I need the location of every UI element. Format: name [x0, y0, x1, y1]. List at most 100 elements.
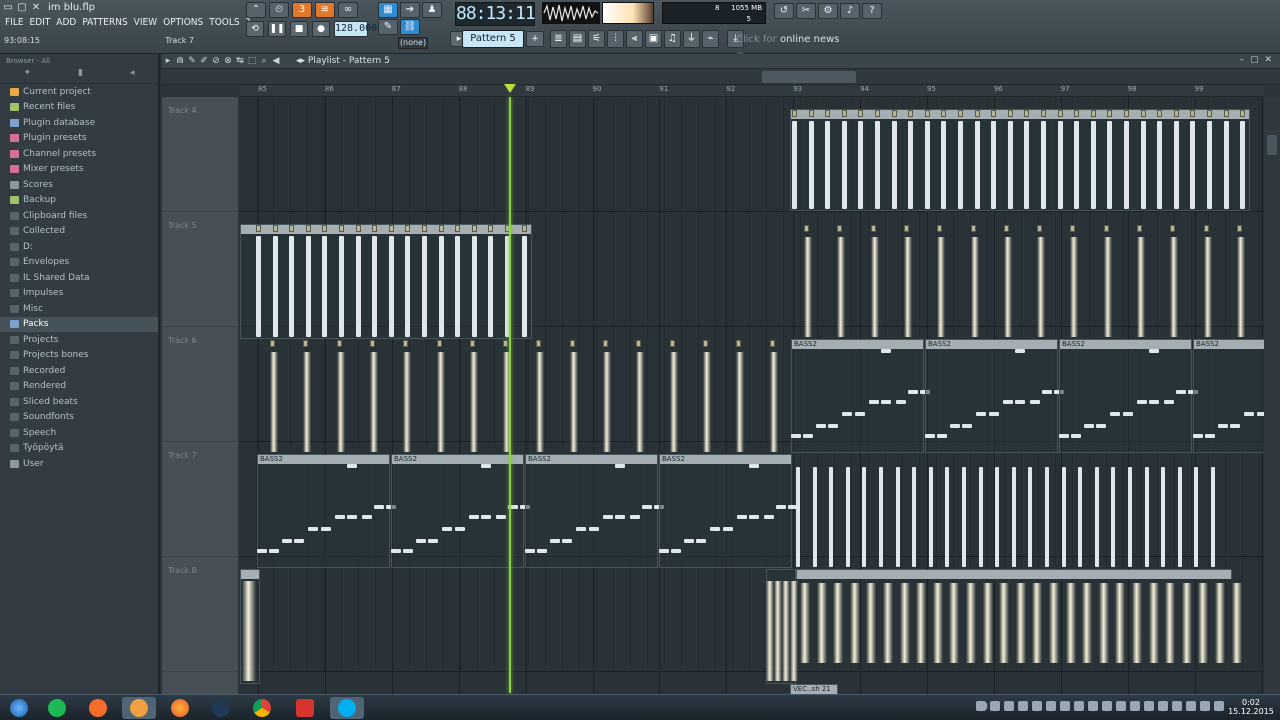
- menu-patterns[interactable]: PATTERNS: [79, 16, 130, 30]
- typing-keyboard-icon[interactable]: ♟: [422, 2, 442, 18]
- blend-icon[interactable]: ≋: [315, 2, 335, 18]
- track-header[interactable]: Track 8: [162, 557, 238, 672]
- browser-item[interactable]: Soundfonts: [0, 410, 158, 426]
- record-icon[interactable]: ●: [312, 21, 330, 37]
- tray-icon[interactable]: [1018, 701, 1028, 711]
- browser-item[interactable]: Sliced beats: [0, 394, 158, 410]
- pattern-selector[interactable]: Pattern 5: [462, 30, 524, 48]
- menu-options[interactable]: OPTIONS: [160, 16, 206, 30]
- channel-rack-icon[interactable]: ⚟: [588, 30, 605, 48]
- browser-item[interactable]: Speech: [0, 425, 158, 441]
- magnet-icon[interactable]: ⋒: [174, 56, 186, 66]
- track-header[interactable]: Track 6: [162, 327, 238, 442]
- v-scroll-thumb[interactable]: [1267, 135, 1277, 155]
- browser-item[interactable]: Projects bones: [0, 348, 158, 364]
- track-header[interactable]: Track 5: [162, 212, 238, 327]
- browser-item[interactable]: Recent files: [0, 100, 158, 116]
- close-icon[interactable]: ✕: [30, 2, 42, 14]
- stop-icon[interactable]: ■: [290, 21, 308, 37]
- draw-icon[interactable]: ✎: [186, 56, 198, 66]
- tray-icon[interactable]: [1060, 701, 1070, 711]
- collapse-icon[interactable]: ✦: [23, 68, 31, 83]
- menu-edit[interactable]: EDIT: [27, 16, 54, 30]
- folder-icon[interactable]: ▮: [78, 68, 83, 83]
- arrow-icon[interactable]: ➔: [400, 2, 420, 18]
- tray-icon[interactable]: [1172, 701, 1182, 711]
- metronome-icon[interactable]: ⌃: [246, 2, 266, 18]
- pause-icon[interactable]: ❚❚: [268, 21, 286, 37]
- taskbar-steam[interactable]: [204, 697, 238, 719]
- link-icon[interactable]: ⛓: [400, 19, 420, 35]
- tray-icon[interactable]: [1102, 701, 1112, 711]
- mixer-window-icon[interactable]: ⫶: [607, 30, 624, 48]
- tray-icon[interactable]: [1116, 701, 1126, 711]
- browser-item[interactable]: Channel presets: [0, 146, 158, 162]
- browser-item[interactable]: Plugin presets: [0, 131, 158, 147]
- menu-view[interactable]: VIEW: [131, 16, 160, 30]
- browser-item[interactable]: Misc: [0, 301, 158, 317]
- menu-arrow-icon[interactable]: ▸: [162, 56, 174, 66]
- browser-item[interactable]: Työpöytä: [0, 441, 158, 457]
- tray-icon[interactable]: [1074, 701, 1084, 711]
- piano-roll-icon[interactable]: ▤: [569, 30, 586, 48]
- render-icon[interactable]: ⌁: [702, 30, 719, 48]
- tempo-tap-icon[interactable]: ♫: [664, 30, 681, 48]
- playlist-icon[interactable]: ≣: [550, 30, 567, 48]
- pattern-song-icon[interactable]: ⟲: [246, 21, 264, 37]
- playhead[interactable]: [509, 97, 511, 693]
- tray-icon[interactable]: [1004, 701, 1014, 711]
- help-icon[interactable]: ?: [862, 3, 882, 19]
- browser-item[interactable]: Projects: [0, 332, 158, 348]
- playlist-minimize-icon[interactable]: –: [1239, 55, 1244, 65]
- wait-icon[interactable]: ⏲: [269, 2, 289, 18]
- start-button[interactable]: [2, 697, 36, 719]
- taskbar-app[interactable]: [288, 697, 322, 719]
- tray-icon[interactable]: [1046, 701, 1056, 711]
- step-edit-icon[interactable]: ▦: [378, 2, 398, 18]
- taskbar-origin[interactable]: [81, 697, 115, 719]
- browser-item[interactable]: Packs: [0, 316, 158, 332]
- browser-item[interactable]: IL Shared Data: [0, 270, 158, 286]
- maximize-icon[interactable]: ▢: [16, 2, 28, 14]
- browser-item[interactable]: Scores: [0, 177, 158, 193]
- taskbar-spotify[interactable]: [40, 697, 74, 719]
- playlist-close-icon[interactable]: ✕: [1264, 55, 1272, 65]
- playlist-maximize-icon[interactable]: ▢: [1250, 55, 1259, 65]
- news-link[interactable]: online news: [780, 34, 840, 45]
- cut-icon[interactable]: ✂: [796, 3, 816, 19]
- browser-item[interactable]: Rendered: [0, 379, 158, 395]
- minimize-icon[interactable]: ▭: [2, 2, 14, 14]
- browser-item[interactable]: Envelopes: [0, 255, 158, 271]
- menu-add[interactable]: ADD: [53, 16, 79, 30]
- speaker-icon[interactable]: ◂: [130, 68, 135, 83]
- microphone-icon[interactable]: ♪: [840, 3, 860, 19]
- delete-icon[interactable]: ⊘: [210, 56, 222, 66]
- browser-item[interactable]: Mixer presets: [0, 162, 158, 178]
- playback-icon[interactable]: ◀: [270, 56, 282, 66]
- tray-icon[interactable]: [990, 701, 1000, 711]
- playlist-grid[interactable]: BASS2 BASS2 BASS2 BASS2 BASS2 BASS2 BASS2 BASS2…: [240, 97, 1264, 697]
- tray-icon[interactable]: [1032, 701, 1042, 711]
- menu-file[interactable]: FILE: [2, 16, 27, 30]
- browser-item[interactable]: Current project: [0, 84, 158, 100]
- mute-icon[interactable]: ⊗: [222, 56, 234, 66]
- system-clock[interactable]: 0:02 15.12.2015: [1226, 698, 1276, 716]
- browser-item[interactable]: Impulses: [0, 286, 158, 302]
- undo-icon[interactable]: ↺: [774, 3, 794, 19]
- tray-icon[interactable]: [1130, 701, 1140, 711]
- taskbar-firefox[interactable]: [163, 697, 197, 719]
- track-header[interactable]: Track 7: [162, 442, 238, 557]
- taskbar-fl-studio[interactable]: [122, 697, 156, 719]
- browser-item[interactable]: Backup: [0, 193, 158, 209]
- slip-icon[interactable]: ↹: [234, 56, 246, 66]
- playlist-v-scrollbar[interactable]: [1264, 97, 1280, 695]
- taskbar-skype[interactable]: [330, 697, 364, 719]
- pattern-add-icon[interactable]: +: [526, 31, 544, 47]
- browser-item[interactable]: Plugin database: [0, 115, 158, 131]
- audio-icon[interactable]: ⏚: [683, 30, 700, 48]
- loop-record-icon[interactable]: ∞: [338, 2, 358, 18]
- online-news[interactable]: Click for online news ◎: [736, 31, 848, 62]
- browser-item[interactable]: D:: [0, 239, 158, 255]
- zoom-icon[interactable]: ⌕: [258, 56, 270, 66]
- tray-icon[interactable]: [976, 701, 986, 711]
